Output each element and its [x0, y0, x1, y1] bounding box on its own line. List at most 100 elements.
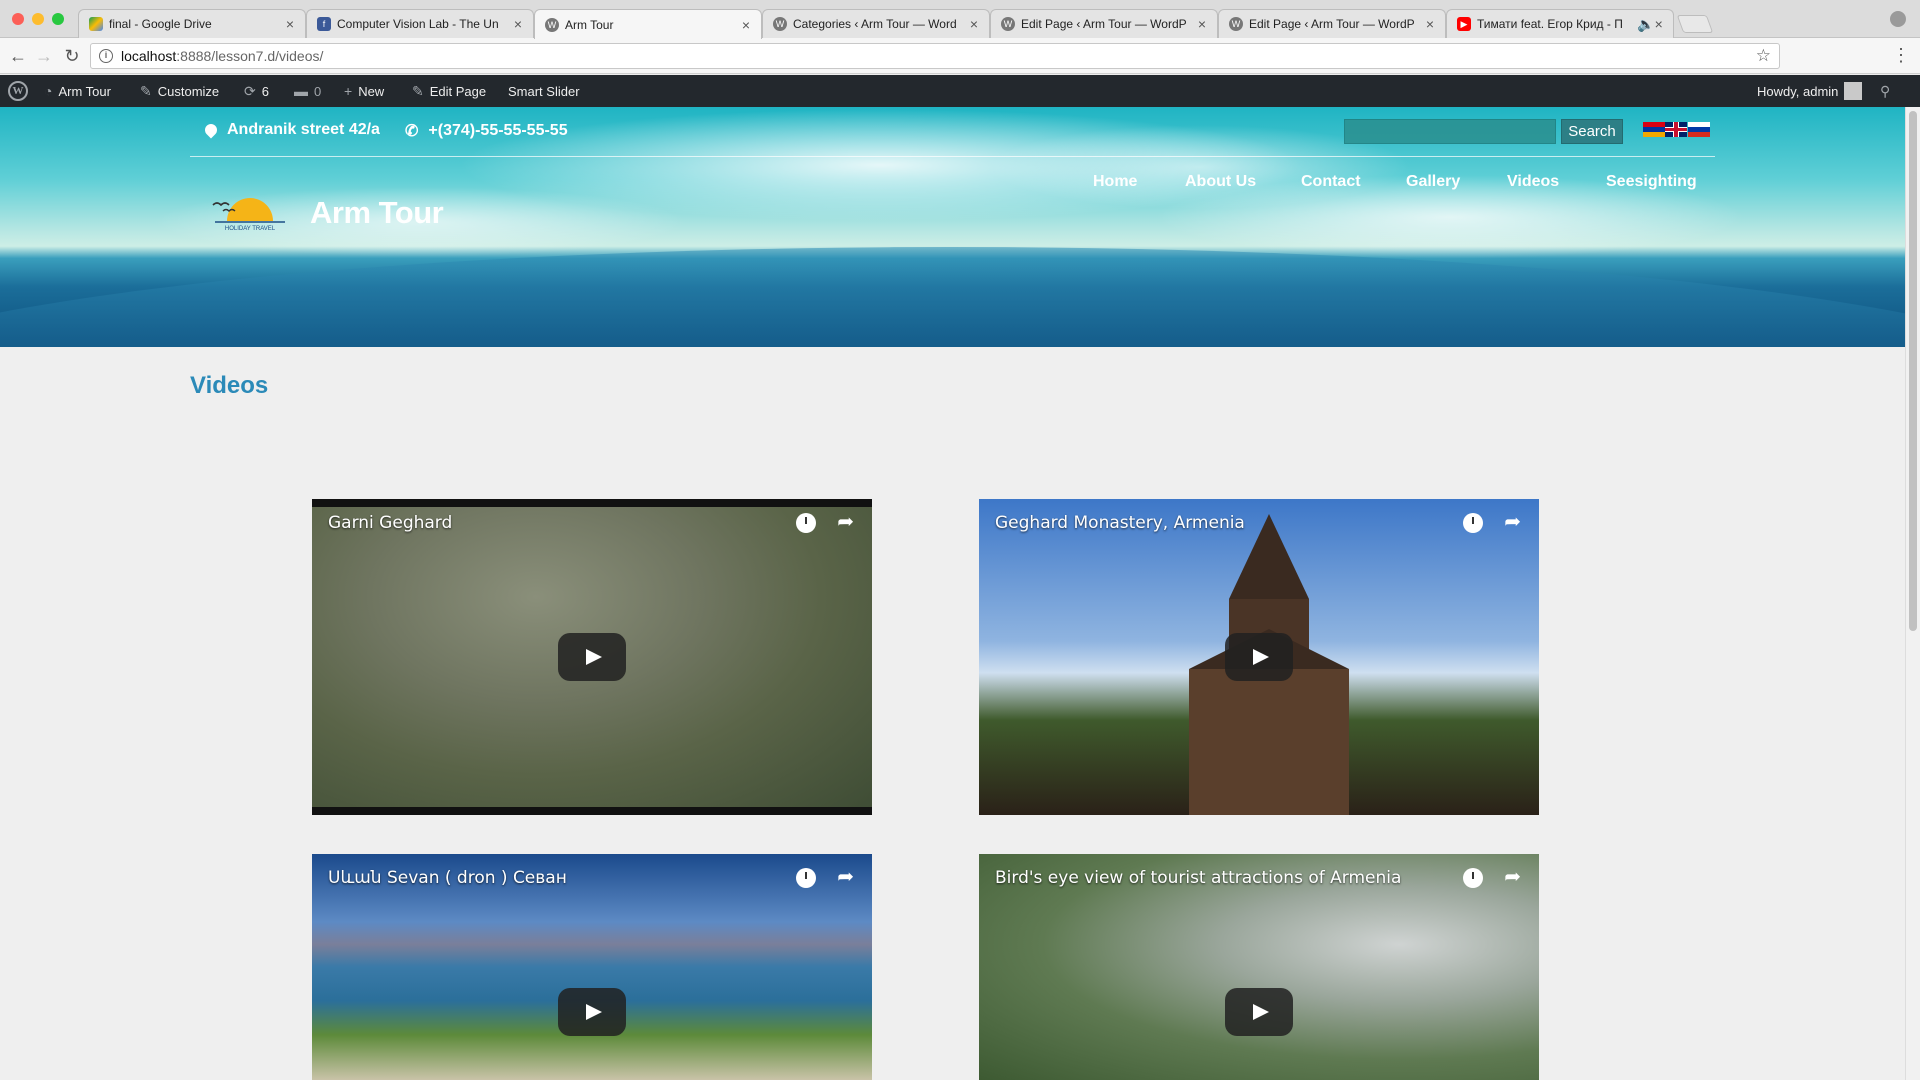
avatar [1844, 82, 1863, 100]
page-scrollbar[interactable] [1905, 107, 1920, 1080]
nav-gallery[interactable]: Gallery [1406, 173, 1460, 191]
share-icon[interactable]: ➦ [837, 509, 854, 534]
share-icon[interactable]: ➦ [1504, 864, 1521, 889]
close-tab-icon[interactable]: × [1195, 16, 1209, 32]
play-button[interactable] [1225, 633, 1293, 681]
youtube-icon: ▶ [1457, 17, 1471, 31]
new-label: New [358, 83, 385, 99]
video-player[interactable]: Garni Geghard ➦ [312, 499, 872, 815]
site-logo[interactable]: HOLIDAY TRAVEL [205, 187, 295, 235]
tab-title: Computer Vision Lab - The Un [337, 17, 499, 31]
comment-icon: ▬ [294, 83, 308, 99]
browser-tab[interactable]: W Categories ‹ Arm Tour — Word × [762, 9, 990, 38]
reload-icon[interactable]: ↻ [62, 46, 82, 67]
video-player[interactable]: Bird's eye view of tourist attractions o… [979, 854, 1539, 1080]
browser-tab[interactable]: final - Google Drive × [78, 9, 306, 38]
info-icon[interactable]: i [99, 49, 113, 63]
back-icon[interactable]: ← [8, 46, 28, 67]
close-tab-icon[interactable]: × [283, 16, 297, 32]
updates-count: 6 [261, 83, 269, 99]
russian-flag-icon[interactable] [1688, 122, 1710, 137]
wordpress-icon: W [773, 17, 787, 31]
watch-later-icon[interactable] [1463, 513, 1483, 533]
forward-icon[interactable]: → [34, 46, 54, 67]
howdy-label: Howdy, admin [1757, 83, 1839, 99]
wordpress-icon: W [545, 17, 559, 32]
comments-link[interactable]: ▬ 0 [294, 75, 321, 107]
video-title[interactable]: Սևան Sevan ( dron ) Севан [328, 868, 567, 888]
browser-tab[interactable]: ▶ Тимати feat. Егор Крид - П 🔈× [1446, 9, 1674, 38]
maximize-window-icon[interactable] [52, 13, 64, 25]
pencil-icon: ✎ [412, 82, 424, 99]
wordpress-icon: W [8, 81, 28, 101]
browser-tab-active[interactable]: W Arm Tour × [534, 9, 762, 39]
browser-tab-bar: final - Google Drive × f Computer Vision… [0, 0, 1920, 39]
video-title[interactable]: Garni Geghard [328, 513, 452, 533]
close-window-icon[interactable] [12, 13, 24, 25]
close-tab-icon[interactable]: × [511, 16, 525, 32]
wp-admin-bar: W ◔ Arm Tour ✎ Customize ⟳ 6 ▬ 0 + New ✎… [0, 75, 1920, 107]
wordpress-logo-button[interactable]: W [8, 75, 28, 107]
watch-later-icon[interactable] [796, 868, 816, 888]
play-button[interactable] [1225, 988, 1293, 1036]
search-button[interactable]: Search [1561, 119, 1623, 144]
video-player[interactable]: Սևան Sevan ( dron ) Севан ➦ [312, 854, 872, 1080]
uk-flag-icon[interactable] [1665, 122, 1687, 137]
close-tab-icon[interactable]: × [967, 16, 981, 32]
phone-text: +(374)-55-55-55-55 [428, 122, 568, 139]
address-info: Andranik street 42/a [202, 121, 380, 139]
updates-link[interactable]: ⟳ 6 [244, 75, 269, 107]
close-tab-icon[interactable]: × [1423, 16, 1437, 32]
account-menu[interactable]: Howdy, admin [1757, 75, 1863, 107]
watch-later-icon[interactable] [796, 513, 816, 533]
bookmark-star-icon[interactable]: ☆ [1756, 46, 1771, 66]
new-tab-button[interactable] [1676, 15, 1714, 33]
url-input[interactable]: i localhost:8888/lesson7.d/videos/ ☆ [90, 43, 1780, 69]
armenian-flag-icon[interactable] [1643, 122, 1665, 137]
scrollbar-thumb[interactable] [1909, 111, 1917, 631]
browser-tab[interactable]: W Edit Page ‹ Arm Tour — WordP × [990, 9, 1218, 38]
wordpress-icon: W [1001, 17, 1015, 31]
site-title[interactable]: Arm Tour [310, 195, 444, 231]
browser-tab[interactable]: W Edit Page ‹ Arm Tour — WordP × [1218, 9, 1446, 38]
phone-info: ✆ +(374)-55-55-55-55 [405, 121, 568, 141]
wordpress-icon: W [1229, 17, 1243, 31]
minimize-window-icon[interactable] [32, 13, 44, 25]
tab-title: final - Google Drive [109, 17, 212, 31]
play-button[interactable] [558, 633, 626, 681]
browser-tab[interactable]: f Computer Vision Lab - The Un × [306, 9, 534, 38]
share-icon[interactable]: ➦ [837, 864, 854, 889]
tab-title: Categories ‹ Arm Tour — Word [793, 17, 957, 31]
tab-title: Arm Tour [565, 17, 614, 32]
site-name: Arm Tour [58, 83, 111, 99]
close-tab-icon[interactable]: × [739, 17, 753, 33]
updates-icon: ⟳ [244, 82, 256, 99]
nav-home[interactable]: Home [1093, 173, 1137, 191]
customize-link[interactable]: ✎ Customize [140, 75, 219, 107]
header-divider [190, 156, 1715, 157]
site-search-input[interactable] [1344, 119, 1556, 144]
video-title[interactable]: Geghard Monastery, Armenia [995, 513, 1245, 533]
paintbrush-icon: ✎ [140, 82, 152, 99]
admin-search-button[interactable]: ⚲ [1880, 75, 1890, 107]
profile-icon[interactable] [1890, 11, 1906, 27]
smart-slider-label: Smart Slider [508, 83, 580, 99]
nav-about-us[interactable]: About Us [1185, 173, 1256, 191]
phone-icon: ✆ [405, 123, 419, 140]
site-name-link[interactable]: ◔ Arm Tour [44, 75, 111, 107]
search-icon: ⚲ [1880, 82, 1891, 99]
watch-later-icon[interactable] [1463, 868, 1483, 888]
close-tab-icon[interactable]: 🔈× [1635, 16, 1665, 33]
edit-page-link[interactable]: ✎ Edit Page [412, 75, 486, 107]
play-button[interactable] [558, 988, 626, 1036]
smart-slider-link[interactable]: Smart Slider [508, 75, 580, 107]
video-title[interactable]: Bird's eye view of tourist attractions o… [995, 868, 1401, 888]
page-title: Videos [190, 372, 269, 399]
nav-seesighting[interactable]: Seesighting [1606, 173, 1697, 191]
new-content-link[interactable]: + New [344, 75, 384, 107]
browser-menu-icon[interactable]: ⋮ [1892, 45, 1910, 66]
nav-videos[interactable]: Videos [1507, 173, 1559, 191]
share-icon[interactable]: ➦ [1504, 509, 1521, 534]
nav-contact[interactable]: Contact [1301, 173, 1361, 191]
video-player[interactable]: Geghard Monastery, Armenia ➦ [979, 499, 1539, 815]
